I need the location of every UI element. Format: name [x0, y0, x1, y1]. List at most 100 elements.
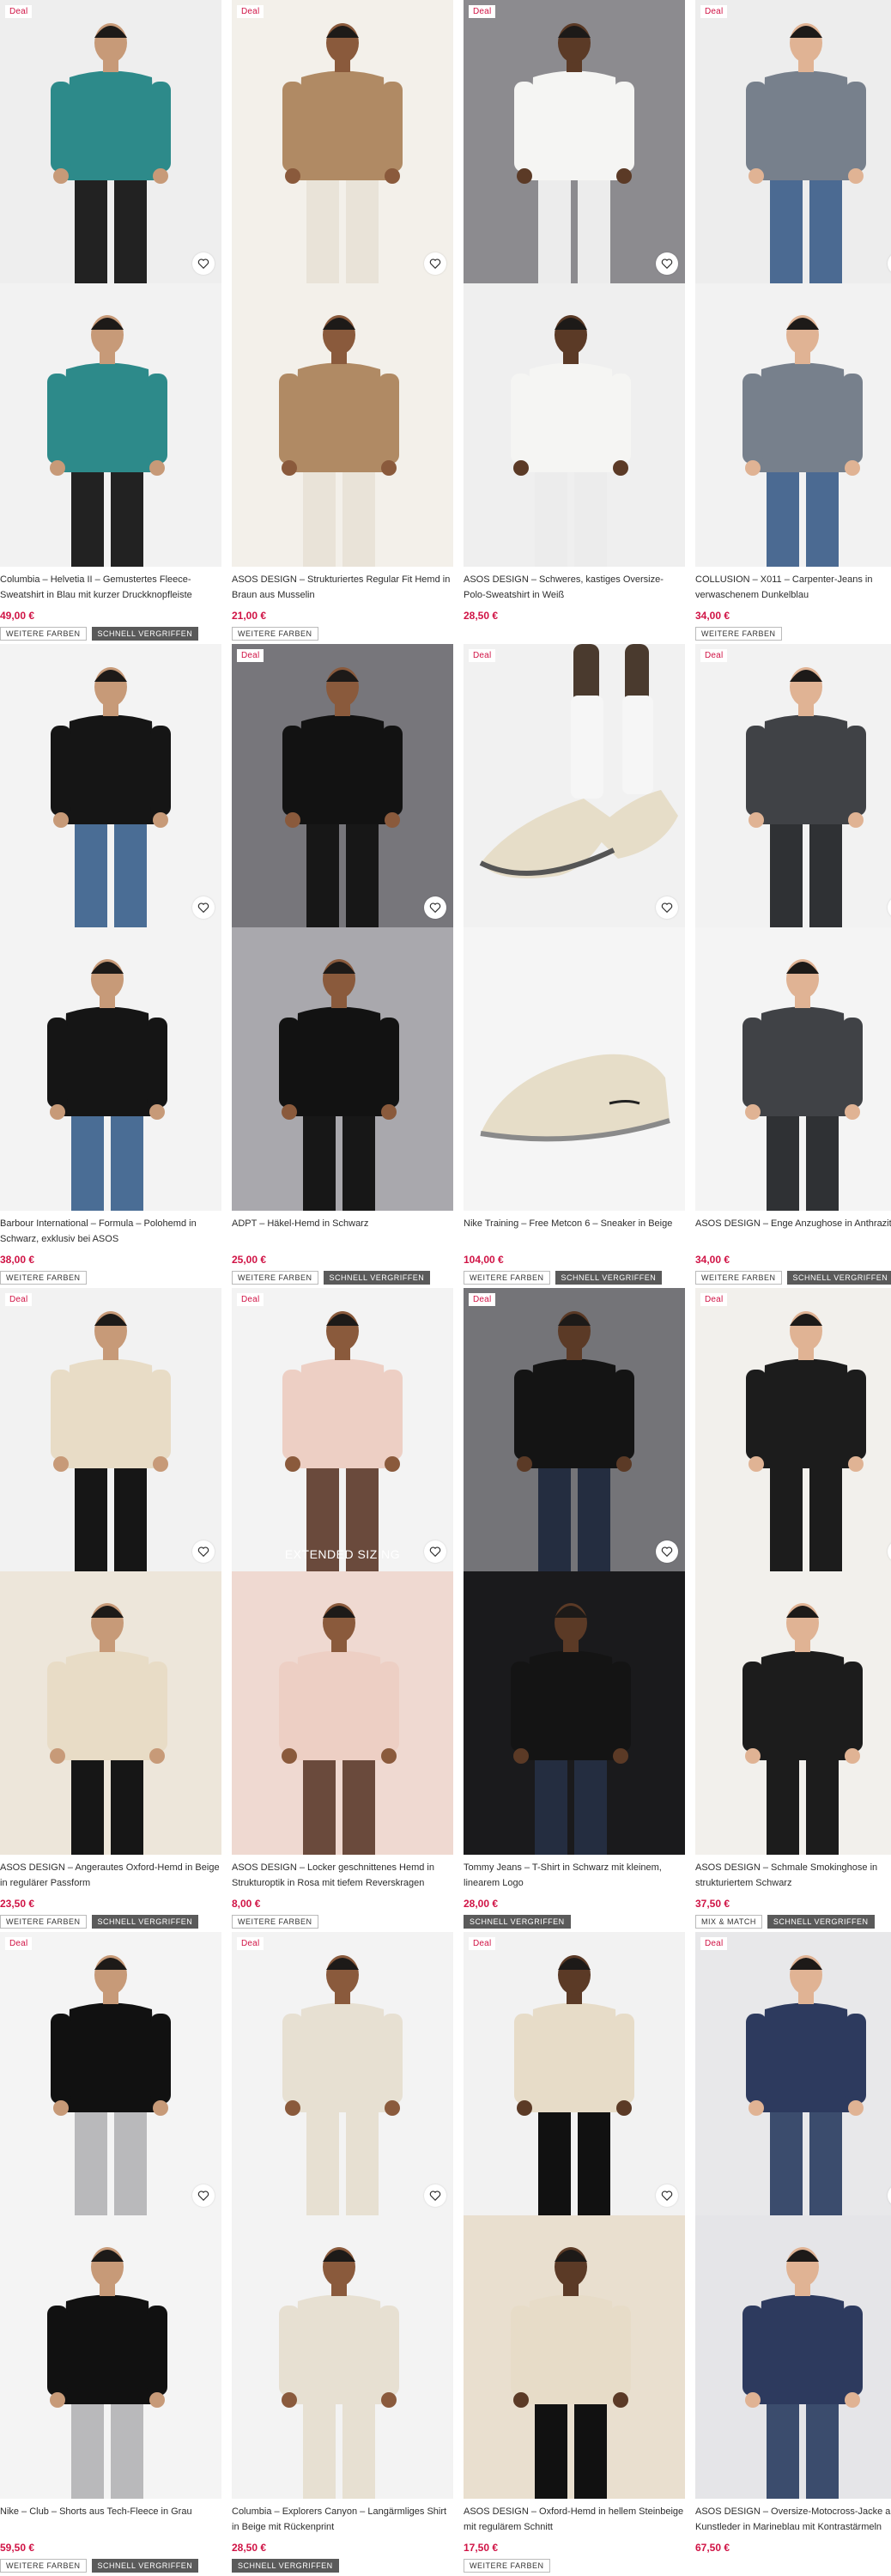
save-for-later-button[interactable]: [656, 252, 678, 275]
product-image-primary[interactable]: Deal: [232, 644, 453, 927]
product-image-secondary[interactable]: [695, 1571, 891, 1855]
product-image-primary[interactable]: Deal: [0, 1932, 221, 2215]
product-image-primary[interactable]: Deal: [464, 0, 685, 283]
product-image-primary[interactable]: Deal: [695, 1932, 891, 2215]
product-image: [464, 927, 685, 1211]
product-description[interactable]: ADPT – Häkel-Hemd in Schwarz: [232, 1216, 453, 1249]
product-description[interactable]: Tommy Jeans – T-Shirt in Schwarz mit kle…: [464, 1860, 685, 1893]
product-image-primary[interactable]: Deal: [232, 1932, 453, 2215]
heart-icon: [429, 258, 441, 270]
product-image-primary[interactable]: Deal: [464, 1288, 685, 1571]
product-image-secondary[interactable]: [0, 2215, 221, 2499]
save-for-later-button[interactable]: [424, 896, 446, 919]
deal-badge: Deal: [469, 1937, 496, 1950]
save-for-later-button[interactable]: [424, 2184, 446, 2207]
product-image-secondary[interactable]: [464, 2215, 685, 2499]
product-image-secondary[interactable]: [232, 2215, 453, 2499]
product-image-secondary[interactable]: [0, 283, 221, 567]
product-image-secondary[interactable]: [0, 1571, 221, 1855]
heart-icon: [661, 2190, 673, 2202]
product-description[interactable]: Nike Training – Free Metcon 6 – Sneaker …: [464, 1216, 685, 1249]
product-card[interactable]: Deal ASOS DESIGN – Schweres, kastiges Ove…: [464, 0, 685, 644]
product-image-secondary[interactable]: [695, 2215, 891, 2499]
product-tags: WEITERE FARBEN SCHNELL VERGRIFFEN: [0, 627, 221, 641]
product-card[interactable]: Deal ASOS DESIGN – Oxford-Hemd in hellem …: [464, 1932, 685, 2576]
product-image: [0, 927, 221, 1211]
product-tags: WEITERE FARBEN: [0, 1271, 221, 1285]
product-image: [695, 1288, 891, 1571]
product-card[interactable]: Deal ASOS DESIGN – Enge Anzughose in Anth…: [695, 644, 891, 1288]
product-description[interactable]: ASOS DESIGN – Enge Anzughose in Anthrazi…: [695, 1216, 891, 1249]
product-description[interactable]: ASOS DESIGN – Oversize-Motocross-Jacke a…: [695, 2504, 891, 2537]
product-card[interactable]: Deal Columbia – Helvetia II – Gemustertes…: [0, 0, 221, 644]
product-card[interactable]: Deal EXTENDED SIZING ASOS DESIGN – Locker …: [232, 1288, 453, 1932]
product-image: [695, 927, 891, 1211]
product-description[interactable]: Columbia – Explorers Canyon – Langärmlig…: [232, 2504, 453, 2537]
heart-icon: [429, 2190, 441, 2202]
product-image-primary[interactable]: Deal: [0, 1288, 221, 1571]
product-image-primary[interactable]: Deal: [232, 0, 453, 283]
product-image-secondary[interactable]: [0, 927, 221, 1211]
selling-fast-badge: SCHNELL VERGRIFFEN: [323, 1271, 431, 1285]
product-image-primary[interactable]: Deal: [695, 1288, 891, 1571]
product-price: 25,00 €: [232, 1254, 267, 1266]
product-image-primary[interactable]: Deal: [464, 1932, 685, 2215]
more-colours-badge: WEITERE FARBEN: [232, 627, 318, 641]
product-image-primary[interactable]: Deal EXTENDED SIZING: [232, 1288, 453, 1571]
product-card[interactable]: Deal Nike Training – Free Metcon 6 – Snea…: [464, 644, 685, 1288]
product-image-secondary[interactable]: [232, 927, 453, 1211]
save-for-later-button[interactable]: [192, 252, 215, 275]
product-image-primary[interactable]: Deal: [695, 644, 891, 927]
deal-badge: Deal: [5, 5, 33, 18]
product-description[interactable]: Columbia – Helvetia II – Gemustertes Fle…: [0, 572, 221, 605]
product-image-secondary[interactable]: [464, 927, 685, 1211]
product-description[interactable]: ASOS DESIGN – Schweres, kastiges Oversiz…: [464, 572, 685, 605]
product-image-secondary[interactable]: [464, 283, 685, 567]
product-description[interactable]: ASOS DESIGN – Locker geschnittenes Hemd …: [232, 1860, 453, 1893]
product-description[interactable]: ASOS DESIGN – Strukturiertes Regular Fit…: [232, 572, 453, 605]
more-colours-badge: WEITERE FARBEN: [0, 2559, 87, 2573]
product-image-primary[interactable]: Deal: [464, 644, 685, 927]
product-card[interactable]: Deal ASOS DESIGN – Schmale Smokinghose in…: [695, 1288, 891, 1932]
product-description[interactable]: Barbour International – Formula – Polohe…: [0, 1216, 221, 1249]
product-card[interactable]: Deal COLLUSION – X011 – Carpenter-Jeans i…: [695, 0, 891, 644]
mix-match-badge: MIX & MATCH: [695, 1915, 762, 1929]
more-colours-badge: WEITERE FARBEN: [0, 1271, 87, 1285]
product-description[interactable]: ASOS DESIGN – Schmale Smokinghose in str…: [695, 1860, 891, 1893]
product-card[interactable]: Deal ASOS DESIGN – Angerautes Oxford-Hemd…: [0, 1288, 221, 1932]
product-description[interactable]: Nike – Club – Shorts aus Tech-Fleece in …: [0, 2504, 221, 2537]
deal-badge: Deal: [5, 1293, 33, 1306]
product-description[interactable]: ASOS DESIGN – Oxford-Hemd in hellem Stei…: [464, 2504, 685, 2537]
product-image-secondary[interactable]: [695, 283, 891, 567]
product-image-secondary[interactable]: [232, 283, 453, 567]
save-for-later-button[interactable]: [192, 1540, 215, 1563]
product-image-secondary[interactable]: [464, 1571, 685, 1855]
product-card[interactable]: Deal Tommy Jeans – T-Shirt in Schwarz mit…: [464, 1288, 685, 1932]
save-for-later-button[interactable]: [424, 252, 446, 275]
product-image-secondary[interactable]: [232, 1571, 453, 1855]
product-card[interactable]: Deal ADPT – Häkel-Hemd in Schwarz 25,00 € W…: [232, 644, 453, 1288]
product-image: [232, 283, 453, 567]
product-card[interactable]: Deal ASOS DESIGN – Oversize-Motocross-Jac…: [695, 1932, 891, 2576]
product-image-primary[interactable]: Deal: [0, 0, 221, 283]
product-card[interactable]: Deal Columbia – Explorers Canyon – Langär…: [232, 1932, 453, 2576]
product-image-primary[interactable]: [0, 644, 221, 927]
product-price: 34,00 €: [695, 1254, 730, 1266]
product-description[interactable]: COLLUSION – X011 – Carpenter-Jeans in ve…: [695, 572, 891, 605]
save-for-later-button[interactable]: [192, 896, 215, 919]
product-card[interactable]: Deal Nike – Club – Shorts aus Tech-Fleece…: [0, 1932, 221, 2576]
save-for-later-button[interactable]: [656, 896, 678, 919]
save-for-later-button[interactable]: [656, 1540, 678, 1563]
product-description[interactable]: ASOS DESIGN – Angerautes Oxford-Hemd in …: [0, 1860, 221, 1893]
product-card[interactable]: Barbour International – Formula – Polohe…: [0, 644, 221, 1288]
product-card[interactable]: Deal ASOS DESIGN – Strukturiertes Regular…: [232, 0, 453, 644]
product-price: 59,50 €: [0, 2542, 35, 2554]
save-for-later-button[interactable]: [656, 2184, 678, 2207]
selling-fast-badge: SCHNELL VERGRIFFEN: [767, 1915, 875, 1929]
product-price: 67,50 €: [695, 2542, 730, 2554]
deal-badge: Deal: [5, 1937, 33, 1950]
save-for-later-button[interactable]: [192, 2184, 215, 2207]
heart-icon: [661, 902, 673, 914]
product-image-secondary[interactable]: [695, 927, 891, 1211]
product-image-primary[interactable]: Deal: [695, 0, 891, 283]
